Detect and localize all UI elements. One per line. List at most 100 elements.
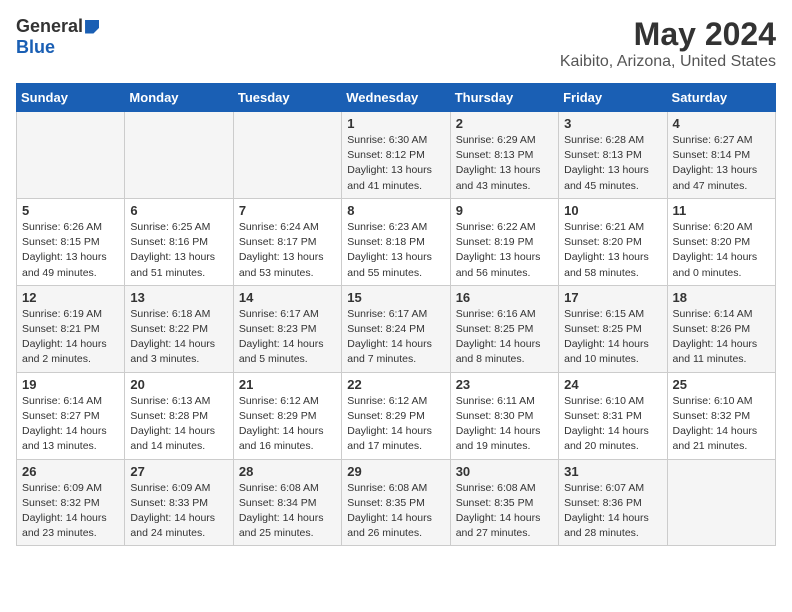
calendar-day-28: 28 Sunrise: 6:08 AMSunset: 8:34 PMDayligh… [233,459,341,546]
main-title: May 2024 [560,16,776,53]
day-number: 31 [564,464,661,479]
day-number: 28 [239,464,336,479]
day-number: 9 [456,203,553,218]
day-number: 29 [347,464,444,479]
calendar-day-17: 17 Sunrise: 6:15 AMSunset: 8:25 PMDayligh… [559,285,667,372]
day-number: 27 [130,464,227,479]
day-number: 1 [347,116,444,131]
day-number: 7 [239,203,336,218]
calendar-week-3: 12Sunrise: 6:19 AMSunset: 8:21 PMDayligh… [17,285,776,372]
day-info: Sunrise: 6:22 AMSunset: 8:19 PMDaylight:… [456,220,553,281]
day-info: Sunrise: 6:21 AMSunset: 8:20 PMDaylight:… [564,220,661,281]
day-number: 2 [456,116,553,131]
day-number: 15 [347,290,444,305]
calendar-day-29: 29 Sunrise: 6:08 AMSunset: 8:35 PMDayligh… [342,459,450,546]
calendar-day-4: 4Sunrise: 6:27 AMSunset: 8:14 PMDaylight… [667,112,775,199]
calendar: SundayMondayTuesdayWednesdayThursdayFrid… [16,83,776,546]
calendar-day-3: 3 Sunrise: 6:28 AMSunset: 8:13 PMDaylight… [559,112,667,199]
day-info: Sunrise: 6:16 AMSunset: 8:25 PMDaylight:… [456,307,553,368]
day-info: Sunrise: 6:14 AMSunset: 8:26 PMDaylight:… [673,307,770,368]
calendar-day-15: 15 Sunrise: 6:17 AMSunset: 8:24 PMDayligh… [342,285,450,372]
header-day-wednesday: Wednesday [342,84,450,112]
day-info: Sunrise: 6:15 AMSunset: 8:25 PMDaylight:… [564,307,661,368]
day-info: Sunrise: 6:18 AMSunset: 8:22 PMDaylight:… [130,307,227,368]
day-info: Sunrise: 6:28 AMSunset: 8:13 PMDaylight:… [564,133,661,194]
calendar-day-31: 31 Sunrise: 6:07 AMSunset: 8:36 PMDayligh… [559,459,667,546]
day-info: Sunrise: 6:11 AMSunset: 8:30 PMDaylight:… [456,394,553,455]
empty-cell [125,112,233,199]
calendar-day-16: 16 Sunrise: 6:16 AMSunset: 8:25 PMDayligh… [450,285,558,372]
calendar-day-14: 14 Sunrise: 6:17 AMSunset: 8:23 PMDayligh… [233,285,341,372]
day-info: Sunrise: 6:12 AMSunset: 8:29 PMDaylight:… [239,394,336,455]
day-number: 5 [22,203,119,218]
calendar-week-4: 19 Sunrise: 6:14 AMSunset: 8:27 PMDayligh… [17,372,776,459]
day-info: Sunrise: 6:30 AMSunset: 8:12 PMDaylight:… [347,133,444,194]
day-number: 19 [22,377,119,392]
calendar-day-13: 13 Sunrise: 6:18 AMSunset: 8:22 PMDayligh… [125,285,233,372]
day-number: 20 [130,377,227,392]
calendar-day-24: 24Sunrise: 6:10 AMSunset: 8:31 PMDayligh… [559,372,667,459]
logo-icon [85,20,99,34]
day-info: Sunrise: 6:08 AMSunset: 8:35 PMDaylight:… [347,481,444,542]
header: General Blue May 2024 Kaibito, Arizona, … [16,16,776,71]
calendar-day-8: 8 Sunrise: 6:23 AMSunset: 8:18 PMDaylight… [342,198,450,285]
calendar-week-2: 5 Sunrise: 6:26 AMSunset: 8:15 PMDaylight… [17,198,776,285]
day-number: 12 [22,290,119,305]
day-number: 10 [564,203,661,218]
day-info: Sunrise: 6:10 AMSunset: 8:32 PMDaylight:… [673,394,770,455]
sub-title: Kaibito, Arizona, United States [560,53,776,71]
calendar-day-27: 27 Sunrise: 6:09 AMSunset: 8:33 PMDayligh… [125,459,233,546]
calendar-day-10: 10 Sunrise: 6:21 AMSunset: 8:20 PMDayligh… [559,198,667,285]
calendar-day-22: 22Sunrise: 6:12 AMSunset: 8:29 PMDayligh… [342,372,450,459]
logo-blue: Blue [16,37,55,58]
day-info: Sunrise: 6:08 AMSunset: 8:34 PMDaylight:… [239,481,336,542]
day-info: Sunrise: 6:07 AMSunset: 8:36 PMDaylight:… [564,481,661,542]
day-info: Sunrise: 6:17 AMSunset: 8:23 PMDaylight:… [239,307,336,368]
day-info: Sunrise: 6:26 AMSunset: 8:15 PMDaylight:… [22,220,119,281]
header-day-tuesday: Tuesday [233,84,341,112]
calendar-day-12: 12Sunrise: 6:19 AMSunset: 8:21 PMDayligh… [17,285,125,372]
calendar-day-30: 30Sunrise: 6:08 AMSunset: 8:35 PMDayligh… [450,459,558,546]
day-info: Sunrise: 6:09 AMSunset: 8:32 PMDaylight:… [22,481,119,542]
calendar-day-23: 23Sunrise: 6:11 AMSunset: 8:30 PMDayligh… [450,372,558,459]
day-number: 14 [239,290,336,305]
calendar-week-5: 26 Sunrise: 6:09 AMSunset: 8:32 PMDayligh… [17,459,776,546]
day-info: Sunrise: 6:29 AMSunset: 8:13 PMDaylight:… [456,133,553,194]
day-number: 26 [22,464,119,479]
day-number: 8 [347,203,444,218]
day-info: Sunrise: 6:23 AMSunset: 8:18 PMDaylight:… [347,220,444,281]
calendar-day-5: 5 Sunrise: 6:26 AMSunset: 8:15 PMDaylight… [17,198,125,285]
calendar-header-row: SundayMondayTuesdayWednesdayThursdayFrid… [17,84,776,112]
calendar-day-7: 7 Sunrise: 6:24 AMSunset: 8:17 PMDaylight… [233,198,341,285]
day-number: 22 [347,377,444,392]
day-info: Sunrise: 6:09 AMSunset: 8:33 PMDaylight:… [130,481,227,542]
day-number: 30 [456,464,553,479]
day-info: Sunrise: 6:20 AMSunset: 8:20 PMDaylight:… [673,220,770,281]
logo: General Blue [16,16,99,58]
header-day-friday: Friday [559,84,667,112]
calendar-day-2: 2 Sunrise: 6:29 AMSunset: 8:13 PMDaylight… [450,112,558,199]
day-number: 21 [239,377,336,392]
day-info: Sunrise: 6:27 AMSunset: 8:14 PMDaylight:… [673,133,770,194]
empty-cell [667,459,775,546]
calendar-day-11: 11 Sunrise: 6:20 AMSunset: 8:20 PMDayligh… [667,198,775,285]
day-number: 16 [456,290,553,305]
day-info: Sunrise: 6:24 AMSunset: 8:17 PMDaylight:… [239,220,336,281]
day-number: 13 [130,290,227,305]
logo-general: General [16,16,83,37]
empty-cell [17,112,125,199]
day-info: Sunrise: 6:14 AMSunset: 8:27 PMDaylight:… [22,394,119,455]
calendar-week-1: 1 Sunrise: 6:30 AMSunset: 8:12 PMDaylight… [17,112,776,199]
calendar-day-21: 21 Sunrise: 6:12 AMSunset: 8:29 PMDayligh… [233,372,341,459]
day-number: 25 [673,377,770,392]
day-number: 11 [673,203,770,218]
day-number: 17 [564,290,661,305]
day-info: Sunrise: 6:17 AMSunset: 8:24 PMDaylight:… [347,307,444,368]
header-day-monday: Monday [125,84,233,112]
day-number: 24 [564,377,661,392]
day-number: 3 [564,116,661,131]
day-number: 6 [130,203,227,218]
header-day-sunday: Sunday [17,84,125,112]
calendar-day-20: 20Sunrise: 6:13 AMSunset: 8:28 PMDayligh… [125,372,233,459]
calendar-day-1: 1 Sunrise: 6:30 AMSunset: 8:12 PMDaylight… [342,112,450,199]
